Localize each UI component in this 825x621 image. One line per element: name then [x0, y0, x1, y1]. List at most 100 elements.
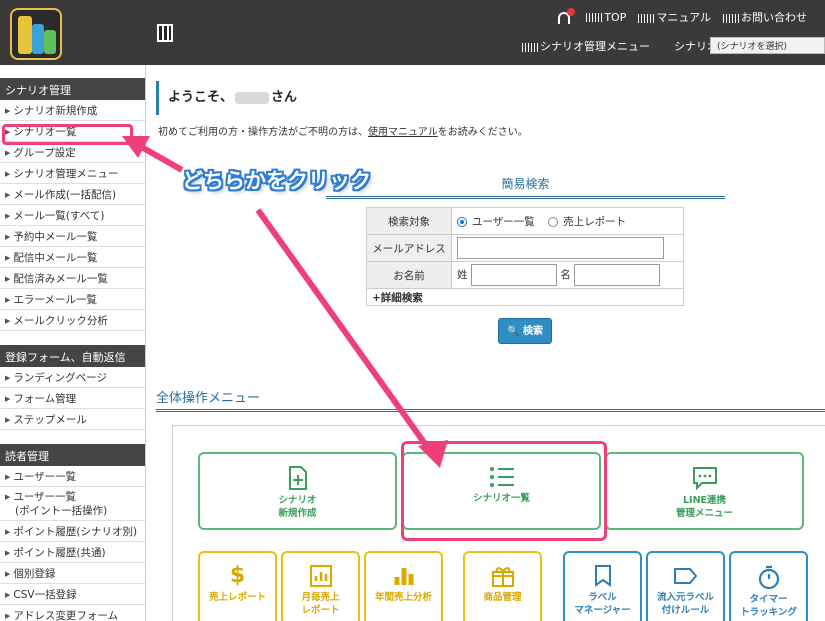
tag-icon — [673, 568, 697, 584]
card-line-menu[interactable]: LINE連携 管理メニュー — [605, 452, 804, 530]
sidebar-item-users[interactable]: ユーザー一覧 — [0, 466, 145, 487]
last-name-field[interactable] — [470, 264, 557, 286]
sidebar-item-scenario-new[interactable]: シナリオ新規作成 — [0, 100, 145, 121]
card-sublabel: レポート — [301, 605, 340, 616]
notification-bell-icon[interactable] — [558, 7, 576, 24]
card-label: 年間売上分析 — [374, 592, 432, 603]
bar-chart-icon — [394, 568, 413, 585]
first-name-label: 名 — [560, 269, 571, 281]
radio-sales-label: 売上レポート — [563, 215, 627, 228]
card-source-label-rule[interactable]: 流入元ラベル 付けルール — [646, 551, 725, 621]
sidebar-item-mail-scheduled[interactable]: 予約中メール一覧 — [0, 226, 145, 247]
sidebar-item-users-points[interactable]: ユーザー一覧 (ポイント一括操作) — [0, 487, 145, 521]
sidebar-section-forms: 登録フォーム、自動返信 — [0, 345, 145, 367]
annotation-callout: どちらかをクリック — [182, 169, 371, 193]
search-title: 簡易検索 — [326, 175, 725, 199]
card-label: シナリオ — [278, 495, 317, 506]
search-button[interactable]: 🔍 検索 — [498, 318, 552, 344]
sidebar-item-register[interactable]: 個別登録 — [0, 563, 145, 584]
nav-manual-link[interactable]: マニュアル — [638, 9, 711, 25]
sidebar-item-address-change[interactable]: アドレス変更フォーム — [0, 605, 145, 621]
scenario-select[interactable]: (シナリオを選択) — [710, 37, 825, 54]
search-button-label: 検索 — [522, 326, 543, 337]
nav-manual-label: マニュアル — [656, 11, 711, 24]
sub-nav: シナリオ管理メニュー シナリオ — [522, 38, 718, 54]
app-logo[interactable] — [10, 8, 62, 60]
card-label: 商品管理 — [483, 592, 522, 603]
detail-search-toggle[interactable]: +詳細検索 — [366, 288, 684, 306]
card-label: 月毎売上 — [301, 592, 340, 603]
sidebar-item-mail-all[interactable]: メール一覧(すべて) — [0, 205, 145, 226]
sidebar-item-mail-sent[interactable]: 配信済みメール一覧 — [0, 268, 145, 289]
sidebar-item-mail-sending[interactable]: 配信中メール一覧 — [0, 247, 145, 268]
nav-top-label: TOP — [604, 10, 627, 24]
card-monthly-report[interactable]: 月毎売上 レポート — [281, 551, 360, 621]
card-product[interactable]: 商品管理 — [463, 551, 542, 621]
scenario-menu-link[interactable]: シナリオ管理メニュー — [522, 38, 650, 54]
sidebar-item-step-mail[interactable]: ステップメール — [0, 409, 145, 430]
top-header: TOP マニュアル お問い合わせ シナリオ管理メニュー シナリオ (シナリオを選… — [0, 0, 825, 65]
card-sublabel: 付けルール — [661, 605, 710, 616]
sidebar-section-readers: 読者管理 — [0, 444, 145, 466]
sidebar-item-label: ユーザー一覧 — [13, 491, 77, 503]
sidebar: シナリオ管理 シナリオ新規作成 シナリオ一覧 グループ設定 シナリオ管理メニュー… — [0, 65, 146, 621]
dollar-icon: $ — [229, 563, 246, 588]
highlight-card-scenario-list — [401, 441, 607, 541]
first-name-field[interactable] — [574, 264, 661, 286]
nav-top-link[interactable]: TOP — [586, 11, 626, 24]
card-label: タイマー — [749, 594, 788, 605]
last-name-label: 姓 — [457, 269, 468, 281]
card-scenario-new[interactable]: シナリオ 新規作成 — [198, 452, 397, 530]
card-sublabel: マネージャー — [574, 605, 631, 616]
search-target-label: 検索対象 — [366, 207, 452, 235]
sidebar-item-form[interactable]: フォーム管理 — [0, 388, 145, 409]
radio-users[interactable]: ユーザー一覧 — [457, 216, 535, 228]
bar-chart-icon — [309, 565, 332, 587]
search-icon: 🔍 — [507, 326, 520, 337]
search-target-options: ユーザー一覧 売上レポート — [451, 207, 684, 235]
intro-after: をお読みください。 — [437, 127, 528, 138]
sidebar-item-landing[interactable]: ランディングページ — [0, 367, 145, 388]
card-timer-tracking[interactable]: タイマー トラッキング — [729, 551, 808, 621]
gift-icon — [491, 567, 514, 587]
sidebar-item-mail-click[interactable]: メールクリック分析 — [0, 310, 145, 331]
nav-contact-link[interactable]: お問い合わせ — [723, 9, 807, 25]
chat-icon — [692, 467, 717, 490]
card-sales-report[interactable]: $ 売上レポート — [198, 551, 277, 621]
file-plus-icon — [288, 466, 307, 490]
welcome-suffix: さん — [271, 90, 298, 105]
card-label: ラベル — [588, 592, 617, 603]
stopwatch-icon — [758, 565, 779, 589]
welcome-prefix: ようこそ、 — [168, 90, 234, 105]
qr-code-icon[interactable] — [157, 24, 173, 42]
sidebar-section-scenario: シナリオ管理 — [0, 78, 145, 100]
card-label: LINE連携 — [682, 495, 727, 506]
email-field[interactable] — [457, 237, 664, 259]
bookmark-icon — [594, 565, 611, 587]
menu-title: 全体操作メニュー — [156, 387, 825, 412]
sidebar-item-mail-error[interactable]: エラーメール一覧 — [0, 289, 145, 310]
card-sublabel: トラッキング — [740, 607, 797, 618]
manual-link[interactable]: 使用マニュアル — [368, 127, 438, 138]
nav-contact-label: お問い合わせ — [741, 11, 807, 24]
sidebar-item-scenario-menu[interactable]: シナリオ管理メニュー — [0, 163, 145, 184]
sidebar-item-points-common[interactable]: ポイント履歴(共通) — [0, 542, 145, 563]
sidebar-item-mail-create[interactable]: メール作成(一括配信) — [0, 184, 145, 205]
card-sublabel: 新規作成 — [278, 508, 317, 519]
name-label: お名前 — [366, 261, 452, 289]
sidebar-item-sublabel: (ポイント一括操作) — [15, 505, 108, 517]
intro-text: 初めてご利用の方・操作方法がご不明の方は、使用マニュアルをお読みください。 — [158, 123, 528, 138]
sidebar-item-group-settings[interactable]: グループ設定 — [0, 142, 145, 163]
search-form: 検索対象 ユーザー一覧 売上レポート メールアドレス お名前 姓 名 +詳細検索 — [366, 207, 684, 306]
radio-users-label: ユーザー一覧 — [472, 215, 535, 228]
card-label: 売上レポート — [208, 592, 266, 603]
card-label-manager[interactable]: ラベル マネージャー — [563, 551, 642, 621]
sidebar-item-points-scenario[interactable]: ポイント履歴(シナリオ別) — [0, 521, 145, 542]
card-annual-analysis[interactable]: 年間売上分析 — [364, 551, 443, 621]
radio-sales[interactable]: 売上レポート — [548, 216, 626, 228]
username-blurred — [235, 91, 270, 104]
intro-before: 初めてご利用の方・操作方法がご不明の方は、 — [158, 127, 368, 138]
scenario-menu-label: シナリオ管理メニュー — [540, 40, 650, 53]
highlight-sidebar-scenario-list — [2, 124, 133, 145]
sidebar-item-csv[interactable]: CSV一括登録 — [0, 584, 145, 605]
